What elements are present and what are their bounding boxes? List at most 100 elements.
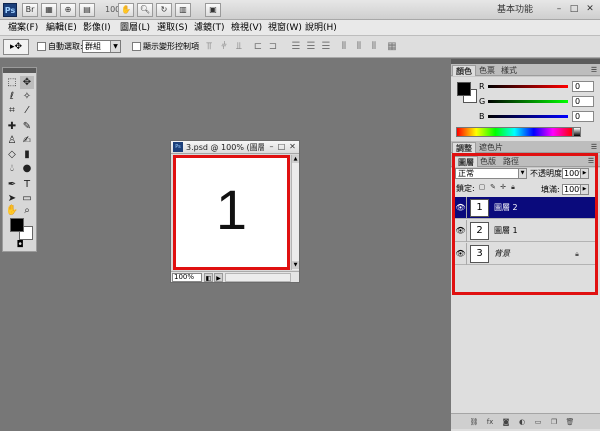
tab-adjustments[interactable]: 調整 <box>452 142 476 153</box>
distribute-hcenter-icon[interactable]: ⦀ <box>353 41 365 53</box>
layer-style-fx-icon[interactable]: fx <box>485 417 495 427</box>
black-white-ramp[interactable] <box>573 127 581 137</box>
auto-select-checkbox[interactable] <box>37 42 46 51</box>
brush-tool-icon[interactable]: ✎ <box>20 120 34 133</box>
menu-image[interactable]: 影像(I) <box>83 22 111 34</box>
tab-masks[interactable]: 遮色片 <box>476 142 506 153</box>
menu-layer[interactable]: 圖層(L) <box>120 22 150 34</box>
menu-view[interactable]: 檢視(V) <box>231 22 262 34</box>
canvas-number-text: 1 <box>215 178 248 241</box>
document-window: Ps 3.psd @ 100% (圖層 2, RGB/8) – □ ✕ 1 ▲ … <box>170 140 300 283</box>
type-tool-icon[interactable]: T <box>20 178 34 191</box>
doc-minimize-icon[interactable]: – <box>267 142 276 152</box>
doc-close-icon[interactable]: ✕ <box>288 142 297 152</box>
scroll-down-icon[interactable]: ▼ <box>292 261 299 269</box>
blur-tool-icon[interactable]: 💧︎ <box>5 162 19 175</box>
blue-slider[interactable] <box>488 115 568 118</box>
extras-icon[interactable]: ▦ <box>41 3 57 17</box>
auto-select-dropdown[interactable]: 群組 ▼ <box>82 40 121 53</box>
tab-styles[interactable]: 樣式 <box>498 65 520 76</box>
align-top-icon[interactable]: ⫪ <box>203 41 215 53</box>
doc-maximize-icon[interactable]: □ <box>277 142 286 152</box>
bridge-icon[interactable]: Br <box>22 3 38 17</box>
document-canvas[interactable]: 1 <box>173 155 290 270</box>
menu-bar: 檔案(F) 編輯(E) 影像(I) 圖層(L) 選取(S) 濾鏡(T) 檢視(V… <box>0 20 600 36</box>
auto-select-value: 群組 <box>85 42 101 51</box>
red-slider[interactable] <box>488 85 568 88</box>
menu-filter[interactable]: 濾鏡(T) <box>194 22 225 34</box>
tab-color[interactable]: 顏色 <box>452 65 476 76</box>
menu-select[interactable]: 選取(S) <box>157 22 188 34</box>
menu-edit[interactable]: 編輯(E) <box>46 22 77 34</box>
crop-tool-icon[interactable]: ⌗ <box>5 104 19 117</box>
zoom-tool-icon[interactable]: ⌕ <box>20 204 34 217</box>
auto-align-icon[interactable]: ▦ <box>386 41 398 53</box>
screen-mode-icon[interactable]: ▣ <box>205 3 221 17</box>
distribute-left-icon[interactable]: ⦀ <box>338 41 350 53</box>
color-panel-foreground-swatch[interactable] <box>457 82 471 96</box>
distribute-top-icon[interactable]: ☰ <box>290 41 302 53</box>
zoom-tool-icon[interactable]: 🔍︎ <box>137 3 153 17</box>
color-spectrum-bar[interactable] <box>456 127 573 137</box>
document-vertical-scrollbar[interactable]: ▲ ▼ <box>291 155 299 270</box>
magic-wand-tool-icon[interactable]: ✧ <box>20 90 34 103</box>
tool-preset-picker[interactable]: ▸✥ <box>3 39 29 55</box>
document-zoom-field[interactable]: 100% <box>172 273 202 282</box>
move-tool-icon[interactable]: ✥ <box>20 76 34 89</box>
clone-stamp-tool-icon[interactable]: ♙ <box>5 134 19 147</box>
status-menu-icon[interactable]: ▶ <box>214 273 223 282</box>
new-layer-icon[interactable]: ❐ <box>549 417 559 427</box>
close-icon[interactable]: ✕ <box>584 3 596 15</box>
green-slider[interactable] <box>488 100 568 103</box>
delete-layer-icon[interactable]: 🗑︎ <box>565 417 575 427</box>
tab-swatches[interactable]: 色票 <box>476 65 498 76</box>
dodge-tool-icon[interactable]: ● <box>20 162 34 175</box>
rotate-view-icon[interactable]: ↻ <box>156 3 172 17</box>
color-panel-menu-icon[interactable]: ☰ <box>590 66 598 74</box>
align-bottom-icon[interactable]: ⫫ <box>233 41 245 53</box>
green-value-field[interactable]: 0 <box>572 96 594 107</box>
history-brush-tool-icon[interactable]: ✍ <box>20 134 34 147</box>
align-hcenter-icon[interactable]: ⊐ <box>267 41 279 53</box>
workspace-switcher[interactable]: 基本功能 <box>497 3 557 17</box>
photoshop-logo-icon: Ps <box>3 3 17 17</box>
quick-mask-icon[interactable]: ◘ <box>13 240 27 250</box>
eraser-tool-icon[interactable]: ◇ <box>5 148 19 161</box>
document-horizontal-scrollbar[interactable] <box>225 273 291 282</box>
link-layers-icon[interactable]: ⛓ <box>469 417 479 427</box>
lasso-tool-icon[interactable]: ℓ <box>5 90 19 103</box>
adjustment-layer-icon[interactable]: ◐ <box>517 417 527 427</box>
add-mask-icon[interactable]: ◙ <box>501 417 511 427</box>
align-vcenter-icon[interactable]: ⫩ <box>218 41 230 53</box>
gradient-tool-icon[interactable]: ▮ <box>20 148 34 161</box>
blue-value-field[interactable]: 0 <box>572 111 594 122</box>
distribute-vcenter-icon[interactable]: ☰ <box>305 41 317 53</box>
zoom-level-icon[interactable]: ⊕ <box>60 3 76 17</box>
align-left-icon[interactable]: ⊏ <box>252 41 264 53</box>
tools-panel-header[interactable] <box>3 68 36 73</box>
distribute-right-icon[interactable]: ⦀ <box>368 41 380 53</box>
show-transform-checkbox[interactable] <box>132 42 141 51</box>
hand-tool-icon[interactable]: ✋ <box>5 204 19 217</box>
document-title-bar[interactable]: Ps 3.psd @ 100% (圖層 2, RGB/8) – □ ✕ <box>171 141 299 154</box>
menu-window[interactable]: 視窗(W) <box>268 22 302 34</box>
layers-panel-footer: ⛓ fx ◙ ◐ ▭ ❐ 🗑︎ <box>451 413 600 429</box>
healing-brush-tool-icon[interactable]: ✚ <box>5 120 19 133</box>
status-info-icon[interactable]: ◧ <box>204 273 213 282</box>
view-extras-icon[interactable]: ▤ <box>79 3 95 17</box>
scroll-up-icon[interactable]: ▲ <box>292 155 299 163</box>
foreground-color-swatch[interactable] <box>10 218 24 232</box>
adjustments-panel-menu-icon[interactable]: ☰ <box>590 143 598 151</box>
hand-tool-icon[interactable]: ✋ <box>118 3 134 17</box>
arrange-documents-icon[interactable]: ▥ <box>175 3 191 17</box>
distribute-bottom-icon[interactable]: ☰ <box>320 41 332 53</box>
minimize-icon[interactable]: – <box>553 3 565 15</box>
eyedropper-tool-icon[interactable]: ⁄ <box>20 104 34 117</box>
new-group-icon[interactable]: ▭ <box>533 417 543 427</box>
red-value-field[interactable]: 0 <box>572 81 594 92</box>
marquee-tool-icon[interactable]: ⬚ <box>5 76 19 89</box>
menu-file[interactable]: 檔案(F) <box>8 22 38 34</box>
menu-help[interactable]: 說明(H) <box>305 22 337 34</box>
maximize-icon[interactable]: □ <box>568 3 580 15</box>
pen-tool-icon[interactable]: ✒ <box>5 178 19 191</box>
